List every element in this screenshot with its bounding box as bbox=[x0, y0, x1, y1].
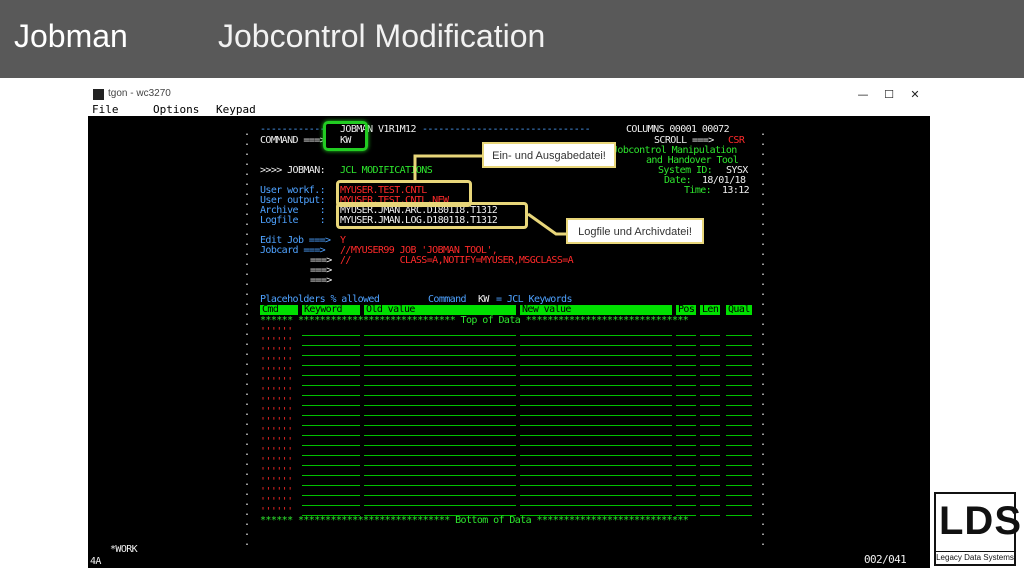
logo-mark: LDS bbox=[939, 499, 1022, 543]
callout-connectors bbox=[413, 154, 566, 236]
logo-subtitle: Legacy Data Systems bbox=[936, 551, 1014, 562]
log-connector-line bbox=[527, 212, 566, 236]
lds-logo: LDS Legacy Data Systems bbox=[934, 492, 1022, 566]
menu-file[interactable]: File bbox=[92, 103, 119, 116]
terminal-app-icon bbox=[93, 89, 104, 100]
page-title: Jobcontrol Modification bbox=[218, 18, 546, 54]
log-archive-callout: Logfile und Archivdatei! bbox=[566, 218, 704, 244]
menu-options[interactable]: Options bbox=[153, 103, 199, 116]
app-title: Jobman bbox=[14, 18, 128, 54]
menu-keypad[interactable]: Keypad bbox=[216, 103, 256, 116]
window-titlebar: tgon - wc3270 — ☐ ✕ bbox=[88, 86, 930, 103]
terminal-window: tgon - wc3270 — ☐ ✕ File Options Keypad … bbox=[88, 86, 930, 568]
window-title: tgon - wc3270 bbox=[108, 88, 171, 99]
io-connector-line bbox=[413, 154, 483, 180]
menu-bar: File Options Keypad bbox=[88, 103, 930, 116]
terminal-screen: ........................................… bbox=[88, 116, 930, 568]
maximize-icon[interactable]: ☐ bbox=[876, 86, 902, 103]
io-datasets-callout: Ein- und Ausgabedatei! bbox=[482, 142, 616, 168]
minimize-icon[interactable]: — bbox=[850, 86, 876, 103]
slide-header: Jobman Jobcontrol Modification bbox=[0, 0, 1024, 78]
close-icon[interactable]: ✕ bbox=[902, 86, 928, 103]
